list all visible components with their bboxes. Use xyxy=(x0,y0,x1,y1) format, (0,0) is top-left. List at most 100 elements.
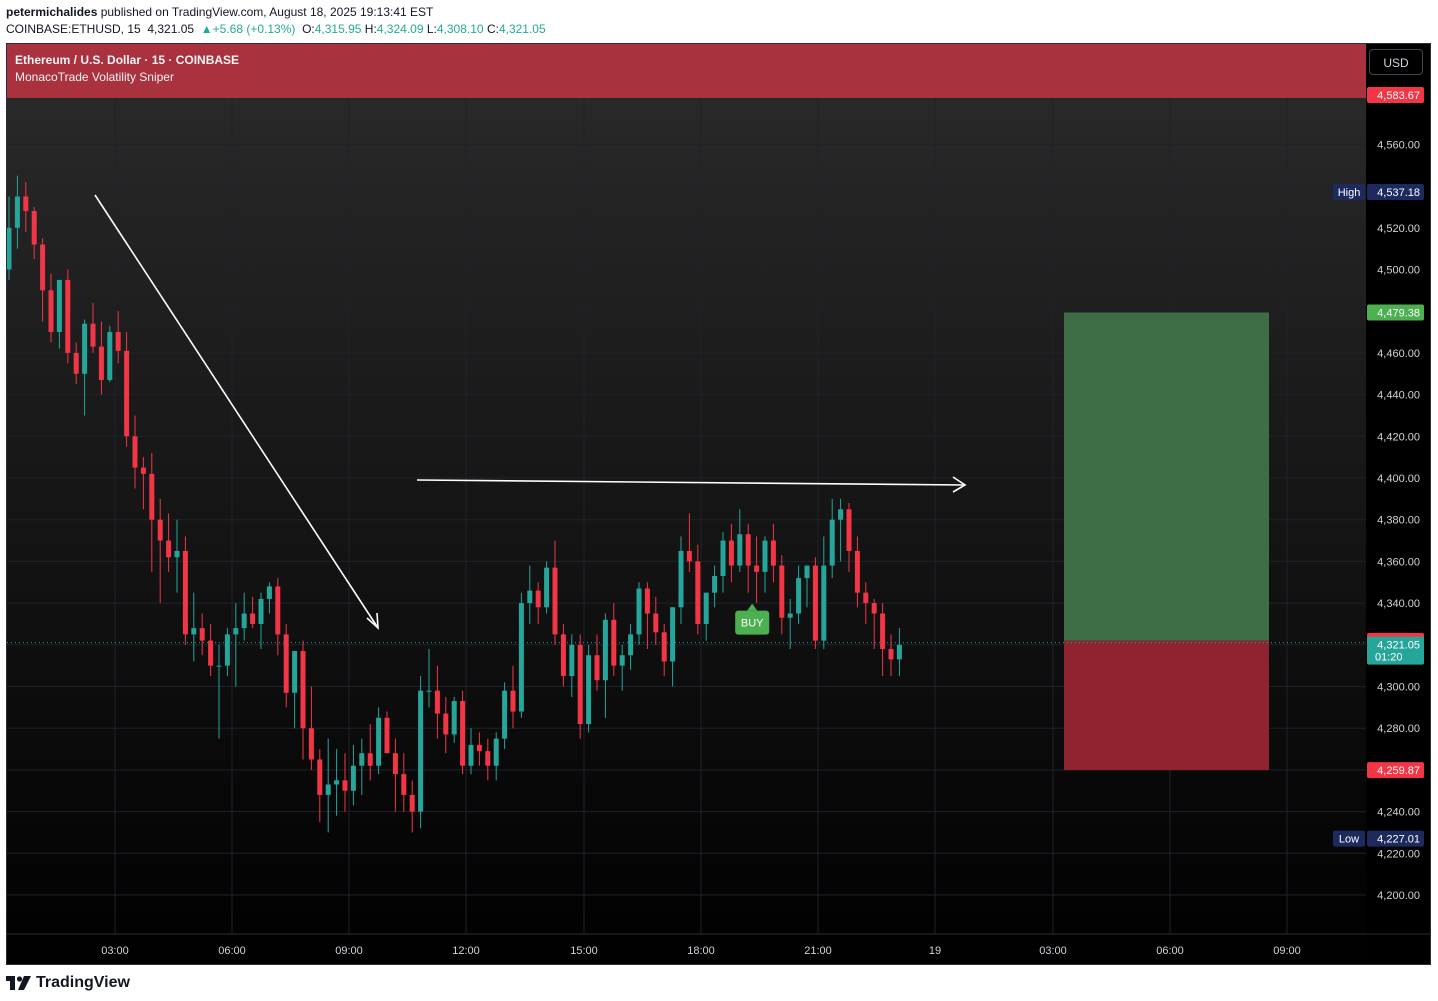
candle-body xyxy=(720,540,726,576)
candle-body xyxy=(703,592,709,624)
time-tick-label: 12:00 xyxy=(452,945,480,957)
tradingview-brand: TradingView xyxy=(36,974,130,991)
price-tick-label: 4,300.00 xyxy=(1377,682,1420,694)
candle-body xyxy=(888,648,894,660)
candle-body xyxy=(796,578,802,614)
indicator-name[interactable]: MonacoTrade Volatility Sniper xyxy=(15,70,174,84)
candle-body xyxy=(124,350,130,437)
candle-body xyxy=(821,565,827,641)
candle-body xyxy=(762,540,768,572)
take-profit-zone[interactable] xyxy=(1064,312,1269,641)
candle-body xyxy=(518,603,524,712)
candle-body xyxy=(115,332,121,351)
candle-body xyxy=(149,473,155,520)
candle-body xyxy=(611,619,617,666)
candle-body xyxy=(199,628,205,641)
candle-body xyxy=(90,323,96,347)
candle-body xyxy=(98,346,104,381)
candle-body xyxy=(678,550,684,608)
candle-body xyxy=(140,467,146,474)
low-label: L: xyxy=(426,22,437,36)
price-tick-label: 4,420.00 xyxy=(1377,431,1420,443)
price-tick-label: 4,380.00 xyxy=(1377,515,1420,527)
candle-body xyxy=(166,540,172,558)
price-axis-background xyxy=(1366,44,1430,964)
tradingview-logo[interactable]: TradingView xyxy=(6,972,130,994)
time-tick-label: 19 xyxy=(929,945,941,957)
last-price: 4,321.05 xyxy=(147,22,195,36)
candle-body xyxy=(418,690,424,812)
candle-body xyxy=(485,751,491,766)
candle-body xyxy=(838,509,844,520)
candle-body xyxy=(443,713,449,735)
candle-body xyxy=(325,784,331,795)
candle-body xyxy=(317,759,323,795)
time-tick-label: 09:00 xyxy=(335,945,363,957)
candle-body xyxy=(653,613,659,633)
candle-body xyxy=(779,565,785,618)
candle-body xyxy=(829,519,835,566)
candle-body xyxy=(224,634,230,666)
candle-body xyxy=(544,567,550,608)
candle-body xyxy=(392,753,398,775)
candle-body xyxy=(451,701,457,735)
candle-body xyxy=(863,592,869,604)
price-tick-label: 4,560.00 xyxy=(1377,139,1420,151)
target-price-label: 4,583.67 xyxy=(1377,90,1420,102)
candle-body xyxy=(754,565,760,572)
chart-canvas[interactable]: BUY 4,200.00 4,220.00 4,240.00 4,280.00 4,30… xyxy=(7,44,1431,965)
stop-loss-zone[interactable] xyxy=(1064,640,1269,771)
candle-body xyxy=(359,753,365,766)
candle-body xyxy=(174,550,180,558)
chart-frame[interactable]: BUY 4,200.00 4,220.00 4,240.00 4,280.00 4,30… xyxy=(6,43,1431,965)
time-tick-label: 03:00 xyxy=(101,945,129,957)
candle-body xyxy=(686,550,692,562)
candle-body xyxy=(334,780,340,785)
time-tick-label: 06:00 xyxy=(1156,945,1184,957)
candle-body xyxy=(527,590,533,604)
candle-body xyxy=(460,701,466,766)
last-price-label: 4,321.05 xyxy=(1377,640,1420,652)
stop-loss-price-label: 4,259.87 xyxy=(1377,765,1420,777)
candle-body xyxy=(250,613,256,624)
candle-body xyxy=(384,717,390,754)
candle-body xyxy=(367,753,373,766)
open-value: 4,315.95 xyxy=(314,22,362,36)
candle-body xyxy=(476,744,482,752)
price-tick-label: 4,460.00 xyxy=(1377,348,1420,360)
candle-body xyxy=(48,290,54,333)
candle-body xyxy=(23,196,29,212)
candle-body xyxy=(737,534,743,566)
candle-body xyxy=(350,765,356,791)
currency-button[interactable]: USD xyxy=(1369,49,1423,75)
candle-body xyxy=(560,634,566,677)
time-tick-label: 18:00 xyxy=(687,945,715,957)
candle-body xyxy=(300,651,306,729)
candle-body xyxy=(14,196,20,228)
candle-body xyxy=(409,794,415,812)
author-name[interactable]: petermichalides xyxy=(6,5,97,19)
candle-body xyxy=(493,738,499,766)
buy-signal-label: BUY xyxy=(741,618,764,630)
candle-body xyxy=(65,279,71,353)
session-high-value-label: 4,537.18 xyxy=(1377,187,1420,199)
price-tick-label: 4,280.00 xyxy=(1377,723,1420,735)
low-value: 4,308.10 xyxy=(436,22,484,36)
candle-body xyxy=(132,436,138,468)
time-tick-label: 15:00 xyxy=(570,945,598,957)
price-tick-label: 4,340.00 xyxy=(1377,598,1420,610)
candle-body xyxy=(619,655,625,666)
symbol-title[interactable]: Ethereum / U.S. Dollar · 15 · COINBASE xyxy=(15,53,239,67)
candle-body xyxy=(871,603,877,614)
candle-body xyxy=(241,613,247,629)
candle-body xyxy=(401,774,407,795)
candle-body xyxy=(283,634,289,693)
candle-body xyxy=(577,644,583,725)
open-label: O: xyxy=(302,22,315,36)
candle-body xyxy=(82,323,88,374)
price-tick-label: 4,400.00 xyxy=(1377,473,1420,485)
candle-body xyxy=(636,588,642,635)
publish-text: published on TradingView.com, August 18,… xyxy=(97,5,434,19)
ohlc-line: COINBASE:ETHUSD, 15 4,321.05 ▲+5.68 (+0.… xyxy=(6,22,546,36)
session-high-tag-label: High xyxy=(1338,187,1361,199)
